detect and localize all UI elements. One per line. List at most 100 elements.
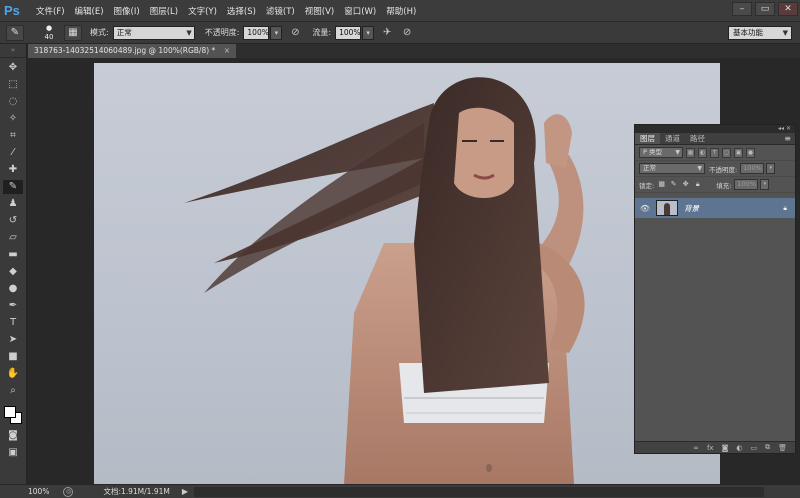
new-layer-icon[interactable]: ⧉ [765,443,770,452]
shape-filter-icon[interactable]: ◻ [722,147,731,158]
folder-icon[interactable]: ▭ [750,444,757,452]
toolbox-grip[interactable]: » [0,44,26,58]
history-brush-icon[interactable]: ↺ [3,214,23,228]
menu-layer[interactable]: 图层(L) [150,5,178,17]
menu-file[interactable]: 文件(F) [36,5,65,17]
pixel-filter-icon[interactable]: ▦ [686,147,695,158]
layers-panel: ◂◂ ✕ 图层 通道 路径 ≡ P 类型 ▼ ▦ ◐ T ◻ ▣ ● 正常 ▼ … [634,124,796,454]
layer-name: 背景 [684,203,699,213]
menu-filter[interactable]: 滤镜(T) [266,5,295,17]
brush-icon[interactable]: ✎ [3,180,23,194]
blend-mode-value: 正常 [643,164,656,172]
panel-menu-icon[interactable]: ≡ [784,133,795,144]
blend-mode-select[interactable]: 正常 ▼ [639,163,705,174]
menu-edit[interactable]: 编辑(E) [75,5,104,17]
foreground-color-swatch[interactable] [4,406,16,418]
eraser-icon[interactable]: ▱ [3,231,23,245]
brush-tool-preset-icon[interactable]: ✎ [6,24,24,41]
blur-icon[interactable]: ◆ [3,265,23,279]
menu-window[interactable]: 窗口(W) [344,5,376,17]
photo-canvas[interactable] [94,63,720,484]
gradient-icon[interactable]: ▬ [3,248,23,262]
menu-select[interactable]: 选择(S) [227,5,256,17]
minimize-button[interactable]: – [732,2,752,16]
flow-label: 流量: [312,28,332,37]
layer-opacity-dropdown[interactable]: ▾ [766,163,776,174]
smart-object-filter-icon[interactable]: ▣ [734,147,743,158]
crop-icon[interactable]: ⌗ [3,129,23,143]
lock-pixels-icon[interactable]: ✎ [669,180,678,189]
flow-dropdown-button[interactable]: ▾ [362,25,375,40]
type-filter-icon[interactable]: T [710,147,719,158]
trash-icon[interactable]: 🗑︎ [778,444,787,452]
shape-icon[interactable]: ■ [3,350,23,364]
pressure-size-icon[interactable]: ⊘ [400,26,414,40]
fx-icon[interactable]: fx [707,444,714,452]
layer-row-background[interactable]: 👁︎ 背景 🔒︎ [635,198,795,218]
quick-select-icon[interactable]: ✧ [3,112,23,126]
status-menu-arrow-icon[interactable]: ▶ [182,487,188,496]
opacity-dropdown-button[interactable]: ▾ [270,25,283,40]
close-icon[interactable]: × [224,46,230,55]
adjustment-filter-icon[interactable]: ◐ [698,147,707,158]
tab-channels[interactable]: 通道 [660,133,685,144]
workspace-value: 基本功能 [733,28,763,37]
menu-image[interactable]: 图像(I) [114,5,140,17]
tab-paths[interactable]: 路径 [685,133,710,144]
layer-opacity-input[interactable]: 100% [740,163,765,174]
layer-opacity-label: 不透明度: [709,165,738,174]
path-select-icon[interactable]: ➤ [3,333,23,347]
brush-size-picker[interactable]: ● 40 [40,24,58,42]
move-icon[interactable]: ✥ [3,61,23,75]
marquee-icon[interactable]: ⬚ [3,78,23,92]
menu-type[interactable]: 文字(Y) [188,5,217,17]
eyedropper-icon[interactable]: ⁄ [3,146,23,160]
opacity-input[interactable]: 100% [243,25,270,40]
dodge-icon[interactable]: ● [3,282,23,296]
screen-mode-icon[interactable]: ▣ [3,446,23,460]
lock-transparent-icon[interactable]: ▦ [657,180,666,189]
panel-collapse-bar[interactable]: ◂◂ ✕ [635,125,795,133]
mode-value: 正常 [116,27,132,37]
brush-panel-toggle-icon[interactable]: ▦ [64,24,82,41]
zoom-icon[interactable]: ⌕ [3,384,23,398]
lock-all-icon[interactable]: 🔒︎ [693,180,702,189]
menu-help[interactable]: 帮助(H) [386,5,416,17]
layer-thumbnail [656,200,678,216]
fill-dropdown[interactable]: ▾ [760,179,770,190]
window-controls: – ▭ ✕ [732,2,798,16]
document-tab[interactable]: 318763-14032514060489.jpg @ 100%(RGB/8) … [28,44,236,58]
pressure-opacity-icon[interactable]: ⊘ [288,26,302,40]
clone-stamp-icon[interactable]: ♟ [3,197,23,211]
healing-icon[interactable]: ✚ [3,163,23,177]
panel-tabs: 图层 通道 路径 ≡ [635,133,795,145]
hand-icon[interactable]: ✋ [3,367,23,381]
layer-filter-select[interactable]: P 类型 ▼ [639,147,683,158]
link-icon[interactable]: ∞ [693,444,699,452]
flow-input[interactable]: 100% [335,25,362,40]
airbrush-icon[interactable]: ✈ [380,26,394,40]
mode-select[interactable]: 正常 ▼ [112,25,195,40]
workspace-select[interactable]: 基本功能 ▼ [728,26,792,40]
quick-mask-icon[interactable]: ◙ [3,429,23,443]
menu-view[interactable]: 视图(V) [305,5,334,17]
fill-input[interactable]: 100% [734,179,759,190]
adjustment-icon[interactable]: ◐ [736,444,742,452]
lasso-icon[interactable]: ◌ [3,95,23,109]
horizontal-scrollbar[interactable] [194,486,765,497]
close-button[interactable]: ✕ [778,2,798,16]
filter-toggle-icon[interactable]: ● [746,147,755,158]
tab-layers[interactable]: 图层 [635,133,660,144]
blend-row: 正常 ▼ 不透明度: 100% ▾ [635,161,795,177]
color-swatches[interactable] [2,404,24,426]
share-icon[interactable]: ◎ [63,486,74,497]
layer-opacity-value: 100% [743,164,762,172]
eye-icon[interactable]: 👁︎ [638,204,652,213]
restore-button[interactable]: ▭ [755,2,775,16]
lock-position-icon[interactable]: ✥ [681,180,690,189]
pen-icon[interactable]: ✒ [3,299,23,313]
type-icon[interactable]: T [3,316,23,330]
mask-icon[interactable]: ◙ [722,444,729,452]
brush-size-value: 40 [44,32,54,41]
zoom-level[interactable]: 100% [28,487,49,496]
